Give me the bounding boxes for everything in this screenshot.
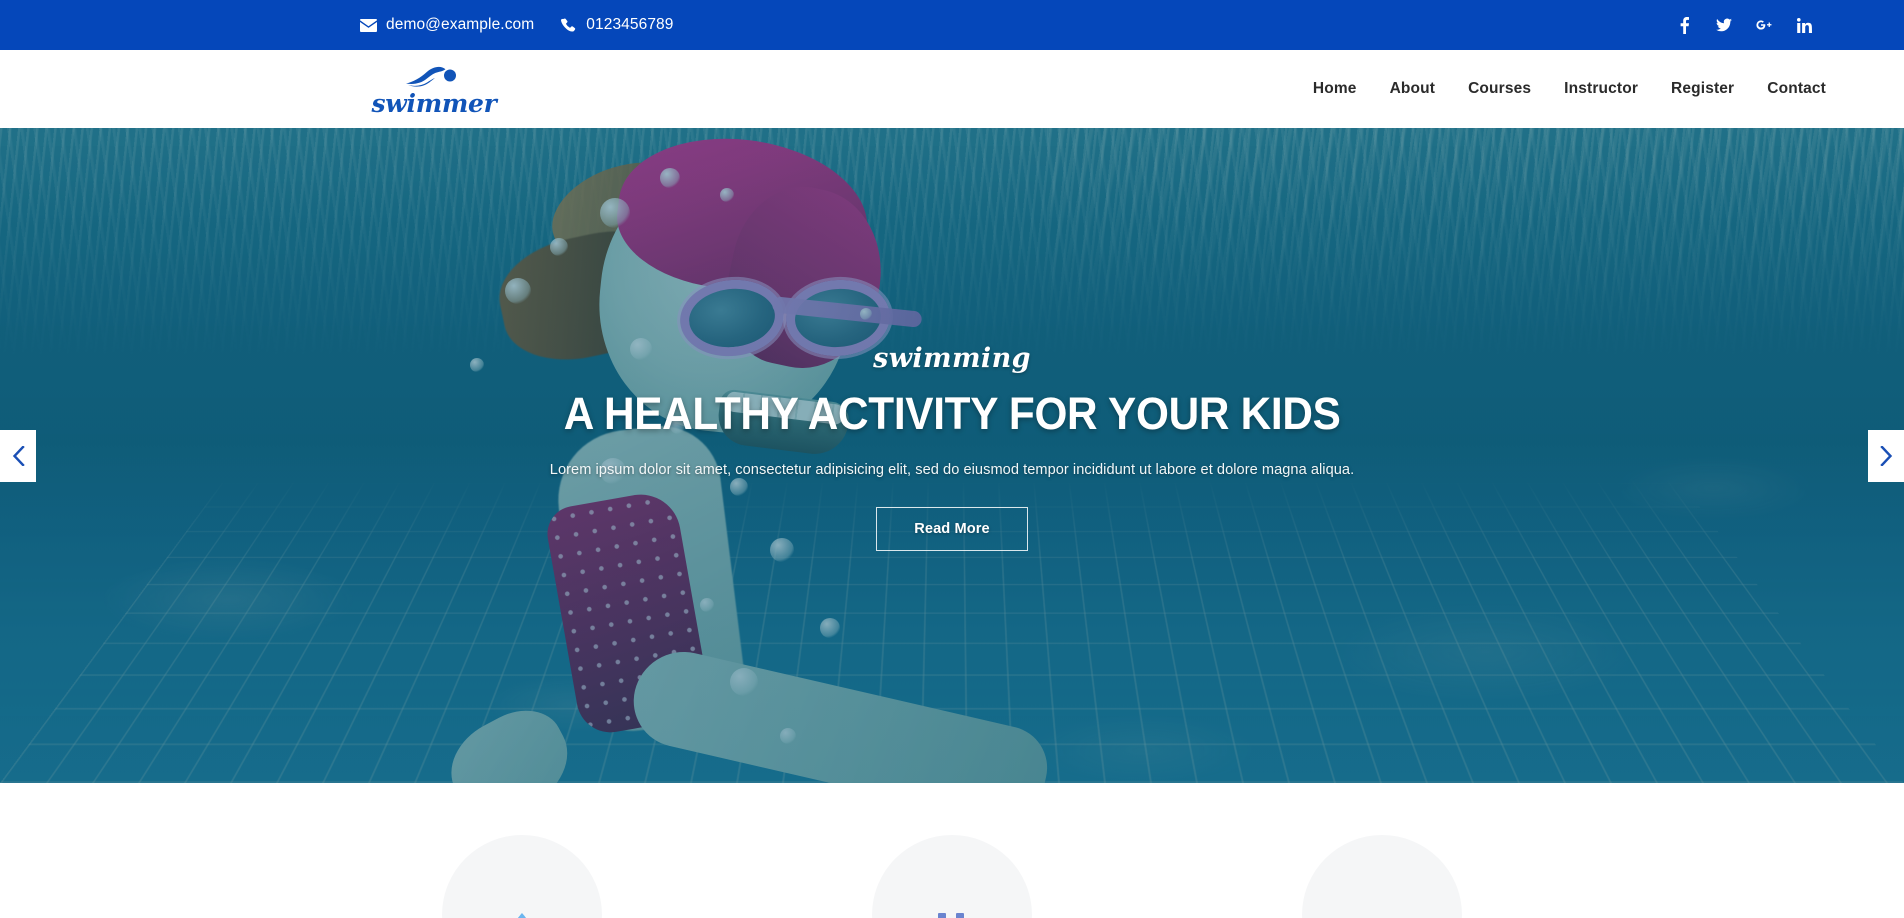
feature-circle-3: [1302, 835, 1462, 918]
feature-circle-2: [872, 835, 1032, 918]
logo-text: swimmer: [371, 88, 497, 118]
top-contact-bar: demo@example.com 0123456789: [0, 0, 1904, 50]
feature-circle-1: [442, 835, 602, 918]
feature-item-2[interactable]: [872, 835, 1032, 918]
water-drop-icon: [505, 913, 539, 918]
nav-item-contact[interactable]: Contact: [1767, 80, 1826, 98]
twitter-icon[interactable]: [1716, 16, 1732, 34]
carousel-prev-button[interactable]: [0, 429, 36, 482]
facebook-icon[interactable]: [1676, 16, 1692, 34]
phone-icon: [560, 17, 577, 34]
nav-item-home[interactable]: Home: [1313, 80, 1357, 98]
social-links: [1676, 16, 1834, 34]
swim-lane-icon: [932, 913, 972, 918]
swimmer-mark-icon: [378, 66, 490, 90]
hero-eyebrow: swimming: [873, 343, 1031, 374]
hero-description: Lorem ipsum dolor sit amet, consectetur …: [549, 462, 1355, 478]
topbar-phone[interactable]: 0123456789: [560, 16, 673, 34]
chevron-left-icon: [12, 445, 25, 466]
feature-item-1[interactable]: [442, 835, 602, 918]
hero-carousel: swimming A HEALTHY ACTIVITY FOR YOUR KID…: [0, 128, 1904, 783]
site-logo[interactable]: swimmer: [372, 66, 497, 116]
linkedin-icon[interactable]: [1796, 16, 1812, 34]
hero-content: swimming A HEALTHY ACTIVITY FOR YOUR KID…: [0, 128, 1904, 783]
nav-item-about[interactable]: About: [1390, 80, 1436, 98]
topbar-email-text: demo@example.com: [386, 16, 535, 33]
carousel-next-button[interactable]: [1868, 429, 1904, 482]
topbar-contact-group: demo@example.com 0123456789: [360, 16, 674, 34]
read-more-button[interactable]: Read More: [876, 507, 1028, 551]
features-section: [0, 783, 1904, 918]
topbar-email[interactable]: demo@example.com: [360, 16, 534, 34]
hero-title: A HEALTHY ACTIVITY FOR YOUR KIDS: [563, 388, 1341, 439]
chevron-right-icon: [1879, 445, 1893, 466]
site-header: swimmer Home About Courses Instructor Re…: [0, 50, 1904, 128]
topbar-phone-text: 0123456789: [586, 16, 674, 33]
feature-item-3[interactable]: [1302, 835, 1462, 918]
feature-icon-3: [1364, 913, 1400, 918]
nav-item-courses[interactable]: Courses: [1468, 80, 1531, 98]
nav-item-register[interactable]: Register: [1671, 80, 1734, 98]
main-navigation: Home About Courses Instructor Register C…: [1313, 80, 1904, 98]
google-plus-icon[interactable]: [1756, 16, 1772, 34]
nav-item-instructor[interactable]: Instructor: [1564, 80, 1638, 98]
envelope-icon: [360, 17, 377, 34]
